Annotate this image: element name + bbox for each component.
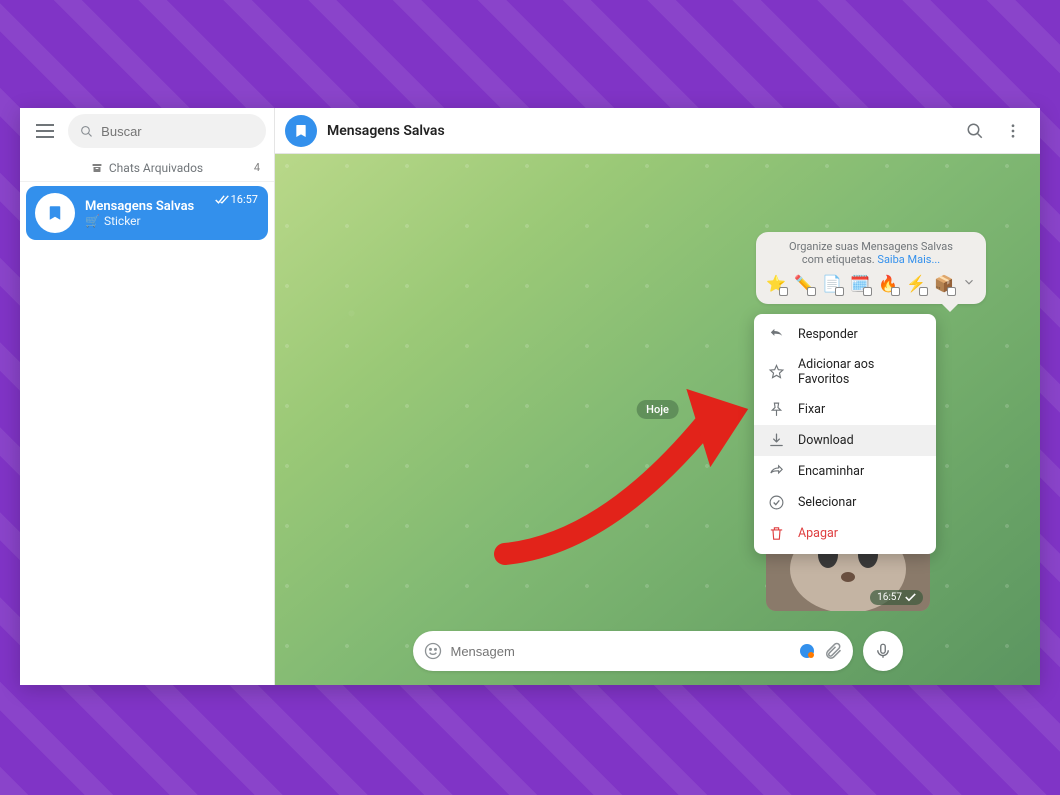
archived-label: Chats Arquivados bbox=[109, 161, 203, 175]
ctx-label: Adicionar aos Favoritos bbox=[798, 357, 922, 387]
ctx-pin[interactable]: Fixar bbox=[754, 394, 936, 425]
lock-icon bbox=[919, 287, 928, 296]
search-input[interactable] bbox=[101, 124, 254, 139]
date-separator: Hoje bbox=[636, 400, 679, 419]
voice-message-button[interactable] bbox=[863, 631, 903, 671]
archive-icon bbox=[91, 162, 103, 174]
read-checks-icon bbox=[215, 195, 229, 205]
sent-check-icon bbox=[905, 593, 916, 602]
ctx-label: Responder bbox=[798, 327, 858, 342]
search-icon bbox=[966, 122, 984, 140]
compose-input-box[interactable] bbox=[413, 631, 853, 671]
hint-line2: com etiquetas. bbox=[802, 253, 875, 266]
chat-header-title[interactable]: Mensagens Salvas bbox=[327, 123, 445, 139]
lock-icon bbox=[779, 287, 788, 296]
chevron-down-icon[interactable] bbox=[962, 275, 976, 292]
chat-item-time: 16:57 bbox=[215, 193, 258, 206]
hint-tag[interactable]: 🔥 bbox=[878, 272, 898, 294]
microphone-icon bbox=[874, 642, 892, 660]
pin-icon bbox=[768, 401, 785, 418]
ctx-trash[interactable]: Apagar bbox=[754, 518, 936, 549]
header-actions bbox=[958, 114, 1030, 148]
hint-tag[interactable]: ⚡ bbox=[906, 272, 926, 294]
hint-tag[interactable]: ⭐ bbox=[766, 272, 786, 294]
menu-button[interactable] bbox=[28, 114, 62, 148]
select-icon bbox=[768, 494, 785, 511]
message-input[interactable] bbox=[451, 644, 791, 659]
ctx-label: Fixar bbox=[798, 402, 825, 417]
header-avatar[interactable] bbox=[285, 115, 317, 147]
search-box[interactable] bbox=[68, 114, 266, 148]
search-icon bbox=[80, 124, 93, 139]
ctx-forward[interactable]: Encaminhar bbox=[754, 456, 936, 487]
download-icon bbox=[768, 432, 785, 449]
hint-tag[interactable]: 📦 bbox=[934, 272, 954, 294]
forward-icon bbox=[768, 463, 785, 480]
hint-tags-row: ⭐ ✏️ 📄 🗓️ 🔥 ⚡ 📦 bbox=[766, 272, 976, 294]
lock-icon bbox=[835, 287, 844, 296]
hint-tag[interactable]: 🗓️ bbox=[850, 272, 870, 294]
ctx-star[interactable]: Adicionar aos Favoritos bbox=[754, 350, 936, 394]
attach-icon[interactable] bbox=[823, 641, 843, 661]
saved-avatar bbox=[35, 193, 75, 233]
message-composer bbox=[413, 631, 903, 671]
ctx-select[interactable]: Selecionar bbox=[754, 487, 936, 518]
trash-icon bbox=[768, 525, 785, 542]
hint-tag[interactable]: ✏️ bbox=[794, 272, 814, 294]
star-icon bbox=[768, 364, 785, 381]
ctx-label: Apagar bbox=[798, 526, 838, 541]
chat-item-subtitle: Sticker bbox=[104, 214, 141, 228]
message-time-chip: 16:57 bbox=[870, 590, 923, 605]
telegram-window: Chats Arquivados 4 Mensagens Salvas 🛒 St… bbox=[20, 108, 1040, 685]
sidebar: Chats Arquivados 4 Mensagens Salvas 🛒 St… bbox=[20, 108, 275, 685]
lock-icon bbox=[891, 287, 900, 296]
bubble-tail bbox=[942, 304, 958, 312]
bookmark-icon bbox=[46, 204, 64, 222]
ctx-label: Selecionar bbox=[798, 495, 856, 510]
hamburger-icon bbox=[36, 124, 54, 138]
main-panel: Mensagens Salvas Organize suas Mensagens… bbox=[275, 108, 1040, 685]
sidebar-top bbox=[20, 108, 274, 154]
chat-area: Organize suas Mensagens Salvas com etiqu… bbox=[275, 154, 1040, 685]
ctx-reply[interactable]: Responder bbox=[754, 319, 936, 350]
ctx-label: Encaminhar bbox=[798, 464, 864, 479]
ctx-label: Download bbox=[798, 433, 854, 448]
tags-hint-bubble: Organize suas Mensagens Salvas com etiqu… bbox=[756, 232, 986, 304]
chat-item-saved[interactable]: Mensagens Salvas 🛒 Sticker 16:57 bbox=[26, 186, 268, 240]
lock-icon bbox=[807, 287, 816, 296]
message-time-text: 16:57 bbox=[877, 592, 902, 603]
archived-chats-row[interactable]: Chats Arquivados 4 bbox=[20, 154, 274, 182]
lock-icon bbox=[863, 287, 872, 296]
ctx-download[interactable]: Download bbox=[754, 425, 936, 456]
header-more-button[interactable] bbox=[996, 114, 1030, 148]
emoji-icon[interactable] bbox=[423, 641, 443, 661]
sticker-suggest-icon[interactable] bbox=[799, 643, 815, 659]
hint-tag[interactable]: 📄 bbox=[822, 272, 842, 294]
chat-header: Mensagens Salvas bbox=[275, 108, 1040, 154]
header-search-button[interactable] bbox=[958, 114, 992, 148]
hint-line1: Organize suas Mensagens Salvas bbox=[789, 240, 953, 253]
bookmark-icon bbox=[293, 123, 309, 139]
message-context-menu: Responder Adicionar aos Favoritos Fixar Dow… bbox=[754, 314, 936, 554]
archived-count: 4 bbox=[254, 161, 260, 174]
hint-learn-more-link[interactable]: Saiba Mais... bbox=[877, 253, 940, 266]
chat-item-emoji: 🛒 bbox=[85, 214, 100, 228]
reply-icon bbox=[768, 326, 785, 343]
lock-icon bbox=[947, 287, 956, 296]
chat-time-text: 16:57 bbox=[231, 193, 258, 206]
more-vertical-icon bbox=[1004, 122, 1022, 140]
